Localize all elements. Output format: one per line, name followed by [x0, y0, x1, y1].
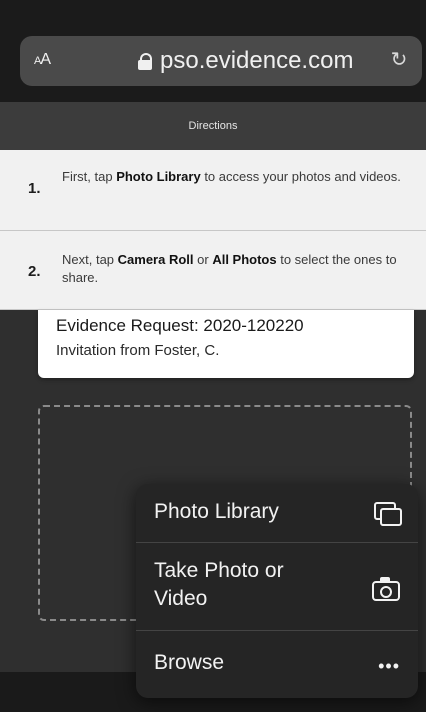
step-number: 2. [28, 263, 41, 280]
evidence-request-title: Evidence Request: 2020-120220 [56, 316, 304, 335]
evidence-request-card: Evidence Request: 2020-120220 Invitation… [38, 310, 414, 378]
menu-item-label: Photo Library [154, 500, 279, 523]
url-display[interactable]: pso.evidence.com [138, 47, 353, 75]
invitation-text: Invitation from Foster, C. [56, 342, 220, 359]
text-size-button[interactable]: AA [34, 51, 51, 69]
photo-library-icon [374, 502, 402, 526]
step-text: First, tap Photo Library to access your … [62, 169, 401, 184]
url-text: pso.evidence.com [160, 47, 354, 74]
menu-item-label: Take Photo or Video [154, 559, 284, 610]
step-text: Next, tap Camera Roll or All Photos to s… [62, 252, 397, 285]
direction-step-1: 1. First, tap Photo Library to access yo… [0, 150, 426, 231]
lock-icon [138, 53, 152, 70]
directions-header: Directions [0, 102, 426, 150]
step-number: 1. [28, 180, 41, 197]
more-icon: ••• [378, 656, 400, 676]
direction-step-2: 2. Next, tap Camera Roll or All Photos t… [0, 231, 426, 310]
menu-item-take-photo[interactable]: Take Photo or Video [136, 543, 418, 631]
menu-item-photo-library[interactable]: Photo Library [136, 484, 418, 543]
file-source-menu: Photo Library Take Photo or Video Browse… [136, 484, 418, 698]
menu-item-browse[interactable]: Browse ••• [136, 631, 418, 698]
browser-toolbar: AA pso.evidence.com ↻ [0, 0, 426, 102]
camera-icon [372, 577, 400, 601]
menu-item-label: Browse [154, 651, 225, 674]
address-bar[interactable]: AA pso.evidence.com ↻ [20, 36, 422, 86]
reload-icon[interactable]: ↻ [388, 49, 410, 71]
directions-title: Directions [188, 120, 238, 132]
